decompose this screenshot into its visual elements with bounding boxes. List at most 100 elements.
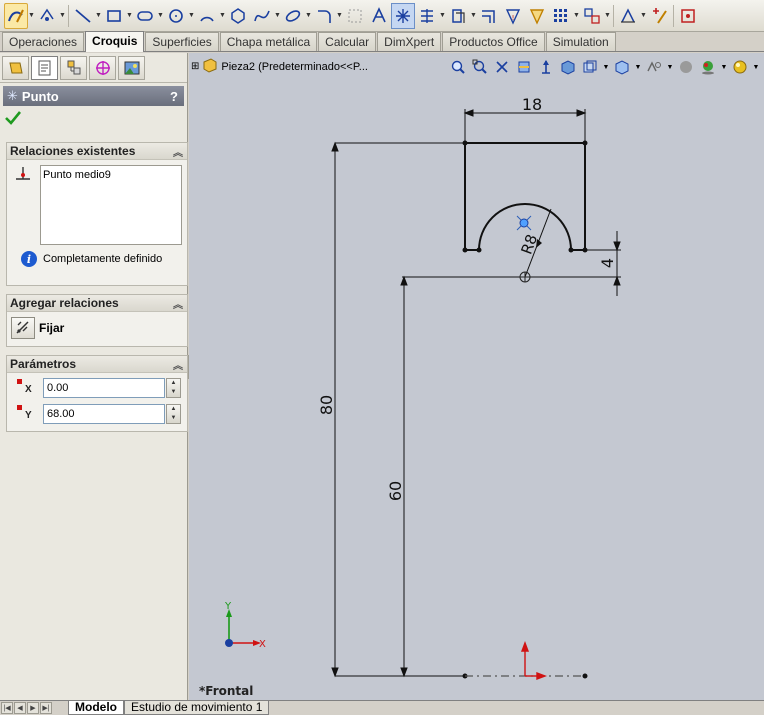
mirror-icon[interactable]: ! bbox=[501, 3, 525, 29]
chevron-down-icon[interactable]: ▼ bbox=[439, 3, 446, 29]
sketch-icon[interactable] bbox=[4, 2, 28, 29]
relation-icon bbox=[13, 165, 33, 186]
ok-checkmark-icon[interactable] bbox=[4, 110, 22, 129]
last-tab-icon[interactable]: ▶| bbox=[40, 702, 52, 714]
chevron-down-icon[interactable]: ▼ bbox=[573, 3, 580, 29]
slot-icon[interactable] bbox=[133, 3, 157, 29]
view-orientation-icon[interactable] bbox=[536, 57, 556, 77]
tab-productos-office[interactable]: Productos Office bbox=[442, 32, 545, 51]
fix-relation-row[interactable]: Fijar bbox=[11, 317, 64, 339]
collapse-icon[interactable]: ︽ bbox=[173, 296, 183, 311]
arc-icon[interactable] bbox=[195, 3, 219, 29]
chevron-down-icon[interactable]: ▼ bbox=[470, 3, 477, 29]
y-spinner[interactable]: ▲ ▼ bbox=[166, 404, 181, 424]
pattern-icon[interactable] bbox=[549, 3, 573, 29]
tab-estudio-movimiento[interactable]: Estudio de movimiento 1 bbox=[124, 701, 270, 715]
dimxpert-manager-tab[interactable] bbox=[89, 55, 116, 80]
rapid-sketch-icon[interactable] bbox=[647, 3, 671, 29]
fix-button[interactable] bbox=[11, 317, 35, 339]
hide-show-items-icon[interactable] bbox=[580, 57, 600, 77]
add-relations-header[interactable]: Agregar relaciones ︽ bbox=[7, 295, 187, 312]
x-spinner[interactable]: ▲ ▼ bbox=[166, 378, 181, 398]
display-manager-tab[interactable] bbox=[118, 55, 145, 80]
y-coordinate-input[interactable] bbox=[43, 404, 165, 424]
chevron-down-icon[interactable]: ▼ bbox=[157, 3, 164, 29]
centerline-icon[interactable] bbox=[415, 3, 439, 29]
relations-list[interactable]: Punto medio9 bbox=[40, 165, 182, 245]
tab-calcular[interactable]: Calcular bbox=[318, 32, 377, 51]
ellipse-icon[interactable] bbox=[281, 3, 305, 29]
chevron-down-icon[interactable]: ▼ bbox=[336, 3, 343, 29]
feature-tree-flyout[interactable]: ⊞ Pieza2 (Predeterminado<<P... bbox=[191, 57, 368, 76]
help-button[interactable]: ? bbox=[170, 89, 178, 104]
section-view-icon[interactable] bbox=[514, 57, 534, 77]
spline-icon[interactable] bbox=[250, 3, 274, 29]
tab-modelo[interactable]: Modelo bbox=[68, 701, 124, 715]
fillet-icon[interactable] bbox=[312, 3, 336, 29]
move-icon[interactable] bbox=[580, 3, 604, 29]
x-coordinate-input[interactable] bbox=[43, 378, 165, 398]
edit-appearance-icon[interactable] bbox=[612, 57, 632, 77]
chevron-down-icon[interactable]: ▼ bbox=[59, 3, 66, 29]
tab-superficies[interactable]: Superficies bbox=[145, 32, 219, 51]
feature-tree-part-name[interactable]: Pieza2 (Predeterminado<<P... bbox=[221, 61, 368, 73]
first-tab-icon[interactable]: |◀ bbox=[1, 702, 13, 714]
chevron-down-icon[interactable]: ▼ bbox=[604, 3, 611, 29]
graphics-area[interactable]: 18 80 60 4 R8 Y X ⊞ Pieza2 (Predetermina… bbox=[189, 53, 764, 700]
configuration-manager-tab[interactable] bbox=[60, 55, 87, 80]
tab-dimxpert[interactable]: DimXpert bbox=[377, 32, 442, 51]
chevron-down-icon[interactable]: ▼ bbox=[305, 3, 312, 29]
tab-simulation[interactable]: Simulation bbox=[545, 32, 616, 51]
chevron-down-icon[interactable]: ▼ bbox=[602, 57, 610, 77]
chevron-down-icon[interactable]: ▼ bbox=[752, 57, 760, 77]
construction-icon[interactable] bbox=[343, 3, 367, 29]
offset-icon[interactable] bbox=[446, 3, 470, 29]
chevron-down-icon[interactable]: ▼ bbox=[95, 3, 102, 29]
point-icon[interactable] bbox=[391, 2, 415, 29]
tab-operaciones[interactable]: Operaciones bbox=[2, 32, 85, 51]
chevron-down-icon[interactable]: ▼ bbox=[720, 57, 728, 77]
line-icon[interactable] bbox=[71, 3, 95, 29]
feature-manager-tab[interactable] bbox=[2, 55, 29, 80]
shadows-icon[interactable] bbox=[698, 57, 718, 77]
instant3d-icon[interactable] bbox=[676, 3, 700, 29]
polygon-icon[interactable] bbox=[226, 3, 250, 29]
list-item[interactable]: Punto medio9 bbox=[43, 169, 179, 181]
chevron-down-icon[interactable]: ▼ bbox=[219, 3, 226, 29]
realview-icon[interactable] bbox=[676, 57, 696, 77]
existing-relations-header[interactable]: Relaciones existentes ︽ bbox=[7, 143, 187, 160]
parameters-header[interactable]: Parámetros ︽ bbox=[7, 356, 187, 373]
chevron-down-icon[interactable]: ▼ bbox=[188, 3, 195, 29]
chevron-down-icon[interactable]: ▼ bbox=[634, 57, 642, 77]
repair-icon[interactable] bbox=[525, 3, 549, 29]
tab-chapa-metalica[interactable]: Chapa metálica bbox=[219, 32, 318, 51]
chevron-down-icon[interactable]: ▼ bbox=[274, 3, 281, 29]
display-style-icon[interactable] bbox=[558, 57, 578, 77]
prev-tab-icon[interactable]: ◀ bbox=[14, 702, 26, 714]
circle-icon[interactable] bbox=[164, 3, 188, 29]
expand-icon[interactable]: ⊞ bbox=[191, 61, 199, 72]
rectangle-icon[interactable] bbox=[102, 3, 126, 29]
chevron-down-icon[interactable]: ▼ bbox=[666, 57, 674, 77]
property-manager-title: ✳ Punto ? bbox=[3, 86, 184, 106]
zoom-to-area-icon[interactable] bbox=[470, 57, 490, 77]
chevron-down-icon[interactable]: ▼ bbox=[126, 3, 133, 29]
tab-croquis[interactable]: Croquis bbox=[85, 31, 145, 52]
next-tab-icon[interactable]: ▶ bbox=[27, 702, 39, 714]
sketch-canvas[interactable]: 18 80 60 4 R8 Y X bbox=[189, 53, 764, 700]
zoom-to-fit-icon[interactable] bbox=[448, 57, 468, 77]
chevron-down-icon[interactable]: ▼ bbox=[28, 3, 35, 29]
x-parameter-row: X ▲▼ bbox=[13, 378, 181, 398]
ambient-occlusion-icon[interactable] bbox=[730, 57, 750, 77]
text-icon[interactable] bbox=[367, 3, 391, 29]
trim-icon[interactable] bbox=[477, 3, 501, 29]
property-manager-tab[interactable] bbox=[31, 55, 58, 80]
panel-tabs bbox=[0, 53, 187, 83]
apply-scene-icon[interactable] bbox=[644, 57, 664, 77]
collapse-icon[interactable]: ︽ bbox=[173, 144, 183, 159]
chevron-down-icon[interactable]: ▼ bbox=[640, 3, 647, 29]
relations-icon[interactable] bbox=[616, 3, 640, 29]
previous-view-icon[interactable] bbox=[492, 57, 512, 77]
smart-dimension-icon[interactable] bbox=[35, 3, 59, 29]
collapse-icon[interactable]: ︽ bbox=[173, 357, 183, 372]
